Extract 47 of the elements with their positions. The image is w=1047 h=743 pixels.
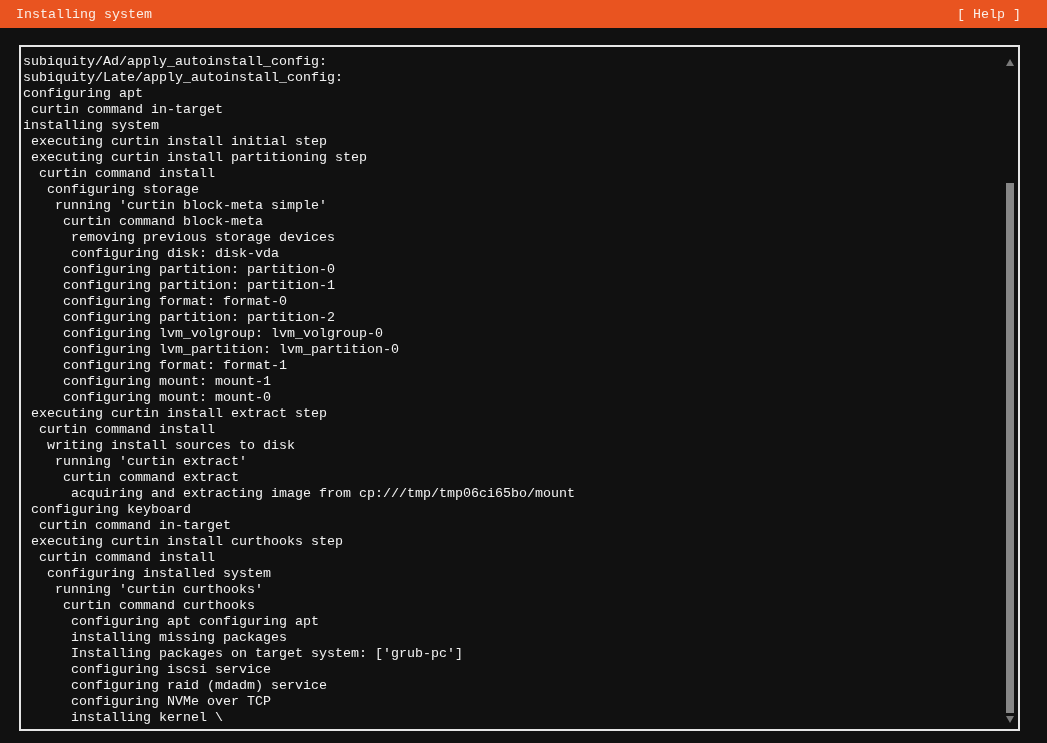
log-line: writing install sources to disk bbox=[47, 438, 295, 454]
log-line: configuring mount: mount-0 bbox=[63, 390, 271, 406]
log-line: subiquity/Late/apply_autoinstall_config: bbox=[23, 70, 343, 86]
scroll-up-icon[interactable] bbox=[1006, 59, 1014, 66]
log-line: installing system bbox=[23, 118, 159, 134]
log-line: configuring storage bbox=[47, 182, 199, 198]
scrollbar-thumb[interactable] bbox=[1006, 183, 1014, 713]
log-line: curtin command install bbox=[39, 166, 215, 182]
log-line: configuring keyboard bbox=[31, 502, 191, 518]
log-line: executing curtin install initial step bbox=[31, 134, 327, 150]
log-line: subiquity/Ad/apply_autoinstall_config: bbox=[23, 54, 327, 70]
log-line: configuring partition: partition-0 bbox=[63, 262, 335, 278]
log-line: configuring raid (mdadm) service bbox=[71, 678, 327, 694]
log-line: curtin command block-meta bbox=[63, 214, 263, 230]
log-line: Installing packages on target system: ['grub-pc'] bbox=[71, 646, 463, 662]
help-button[interactable]: [ Help ] bbox=[955, 6, 1023, 22]
log-line: running 'curtin block-meta simple' bbox=[55, 198, 327, 214]
scroll-down-icon[interactable] bbox=[1006, 716, 1014, 723]
log-line: configuring apt configuring apt bbox=[71, 614, 319, 630]
log-line: curtin command extract bbox=[63, 470, 239, 486]
log-line: curtin command curthooks bbox=[63, 598, 255, 614]
log-line: configuring partition: partition-2 bbox=[63, 310, 335, 326]
log-line: executing curtin install extract step bbox=[31, 406, 327, 422]
log-line: running 'curtin curthooks' bbox=[55, 582, 263, 598]
log-line: configuring iscsi service bbox=[71, 662, 271, 678]
log-line: configuring format: format-0 bbox=[63, 294, 287, 310]
log-line: configuring NVMe over TCP bbox=[71, 694, 271, 710]
log-line: configuring disk: disk-vda bbox=[71, 246, 279, 262]
log-line: executing curtin install curthooks step bbox=[31, 534, 343, 550]
log-line: curtin command install bbox=[39, 550, 215, 566]
log-line: curtin command in-target bbox=[31, 102, 223, 118]
log-line: curtin command in-target bbox=[39, 518, 231, 534]
log-line: configuring mount: mount-1 bbox=[63, 374, 271, 390]
log-line: installing kernel \ bbox=[71, 710, 223, 726]
log-line: removing previous storage devices bbox=[71, 230, 335, 246]
log-line: installing missing packages bbox=[71, 630, 287, 646]
screen-title: Installing system bbox=[16, 6, 152, 22]
log-line: configuring installed system bbox=[47, 566, 271, 582]
log-line: curtin command install bbox=[39, 422, 215, 438]
log-line: configuring partition: partition-1 bbox=[63, 278, 335, 294]
log-line: configuring format: format-1 bbox=[63, 358, 287, 374]
log-line: running 'curtin extract' bbox=[55, 454, 247, 470]
log-line: configuring lvm_partition: lvm_partition-0 bbox=[63, 342, 399, 358]
log-line: configuring lvm_volgroup: lvm_volgroup-0 bbox=[63, 326, 383, 342]
log-line: configuring apt bbox=[23, 86, 143, 102]
log-line: executing curtin install partitioning step bbox=[31, 150, 367, 166]
log-line: acquiring and extracting image from cp:///tmp/tmp06ci65bo/mount bbox=[71, 486, 575, 502]
